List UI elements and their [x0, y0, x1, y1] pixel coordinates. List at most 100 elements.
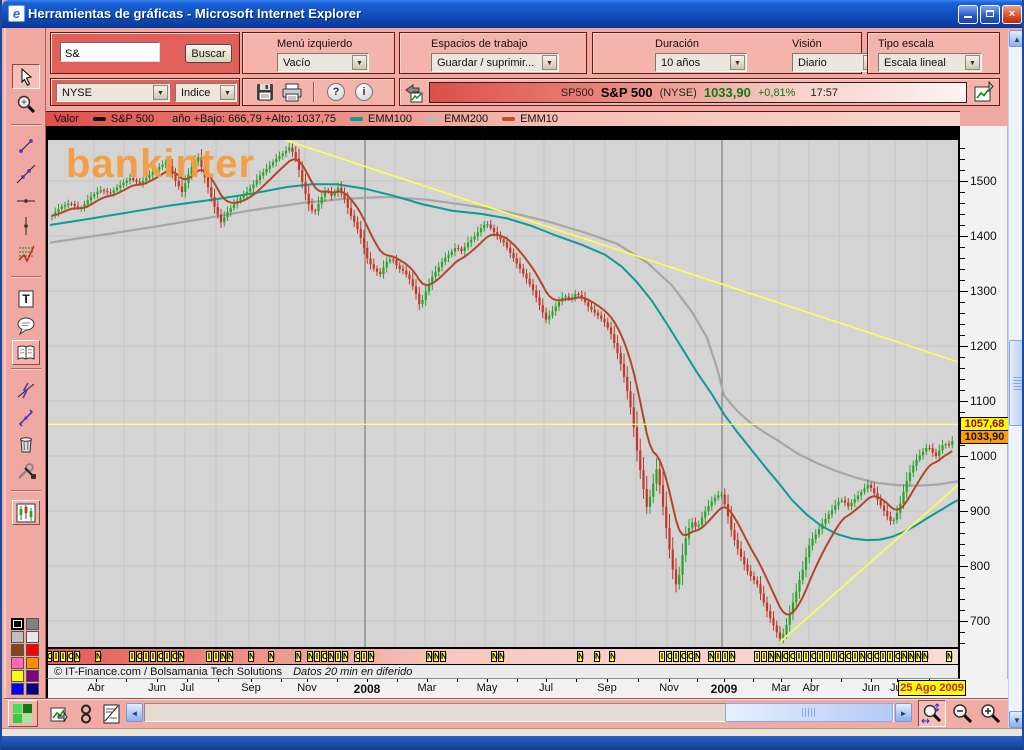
news-marker[interactable]: N: [95, 651, 101, 662]
news-marker[interactable]: N: [577, 651, 583, 662]
v-scrollbar-thumb[interactable]: [1009, 340, 1024, 426]
ticker-bar[interactable]: SP500 S&P 500 (NYSE) 1033,90 +0,81% 17:5…: [429, 82, 967, 103]
news-marker[interactable]: C: [171, 651, 177, 662]
news-marker[interactable]: C: [67, 651, 73, 662]
popout-chart-button[interactable]: [973, 81, 997, 104]
fibonacci-tool[interactable]: [12, 240, 40, 265]
news-marker[interactable]: C: [354, 651, 360, 662]
chart-style-tool[interactable]: [12, 500, 40, 525]
news-marker[interactable]: C: [321, 651, 327, 662]
news-marker[interactable]: N: [295, 651, 301, 662]
scroll-left-button[interactable]: ◄: [126, 703, 143, 722]
news-page-button[interactable]: [102, 703, 122, 725]
news-marker[interactable]: C: [894, 651, 900, 662]
news-marker[interactable]: I: [129, 651, 135, 662]
palette-color[interactable]: [11, 631, 24, 643]
news-marker[interactable]: N: [775, 651, 781, 662]
news-marker[interactable]: N: [498, 651, 504, 662]
candlestick-chart[interactable]: [48, 140, 958, 647]
news-marker[interactable]: I: [715, 651, 721, 662]
news-marker[interactable]: I: [60, 651, 66, 662]
news-marker[interactable]: N: [227, 651, 233, 662]
news-marker[interactable]: C: [680, 651, 686, 662]
trash-tool[interactable]: [12, 431, 40, 456]
news-marker[interactable]: N: [694, 651, 700, 662]
news-marker[interactable]: N: [859, 651, 865, 662]
palette-color[interactable]: [26, 683, 39, 695]
horizontal-line-tool[interactable]: [12, 188, 40, 213]
news-marker[interactable]: I: [831, 651, 837, 662]
news-marker[interactable]: C: [845, 651, 851, 662]
palette-color[interactable]: [11, 618, 24, 630]
settings-tool[interactable]: [12, 458, 40, 483]
scroll-up-button[interactable]: ▲: [1009, 30, 1024, 47]
title-bar[interactable]: e Herramientas de gráficas - Microsoft I…: [2, 0, 1024, 28]
scale-type-select[interactable]: Escala lineal▼: [878, 53, 982, 72]
v-scrollbar[interactable]: ▲ ▼: [1008, 30, 1024, 728]
news-marker[interactable]: I: [852, 651, 858, 662]
news-marker[interactable]: C: [136, 651, 142, 662]
search-button[interactable]: Buscar: [185, 44, 232, 63]
news-marker[interactable]: I: [673, 651, 679, 662]
news-marker[interactable]: N: [328, 651, 334, 662]
back-to-chart-button[interactable]: [403, 82, 425, 104]
palette-color[interactable]: [26, 644, 39, 656]
palette-color[interactable]: [26, 618, 39, 630]
chevron-down-icon[interactable]: ▼: [220, 85, 235, 100]
news-marker[interactable]: I: [796, 651, 802, 662]
news-marker[interactable]: I: [150, 651, 156, 662]
news-marker[interactable]: N: [433, 651, 439, 662]
news-marker[interactable]: C: [666, 651, 672, 662]
news-marker[interactable]: N: [440, 651, 446, 662]
zoom-in-button[interactable]: [978, 702, 1002, 726]
palette-button[interactable]: [8, 700, 38, 727]
news-marker[interactable]: C: [789, 651, 795, 662]
news-marker[interactable]: I: [361, 651, 367, 662]
news-marker[interactable]: I: [887, 651, 893, 662]
close-button[interactable]: ×: [1002, 5, 1022, 24]
chevron-down-icon[interactable]: ▼: [542, 55, 557, 70]
palette-color[interactable]: [11, 657, 24, 669]
news-marker[interactable]: I: [659, 651, 665, 662]
news-marker[interactable]: C: [157, 651, 163, 662]
zoom-tool[interactable]: [12, 91, 40, 116]
news-marker[interactable]: I: [314, 651, 320, 662]
palette-color[interactable]: [11, 644, 24, 656]
news-marker[interactable]: N: [915, 651, 921, 662]
news-marker[interactable]: N: [368, 651, 374, 662]
news-marker[interactable]: I: [164, 651, 170, 662]
news-marker[interactable]: I: [880, 651, 886, 662]
info-button[interactable]: i: [355, 83, 373, 101]
news-marker[interactable]: N: [768, 651, 774, 662]
news-marker[interactable]: I: [754, 651, 760, 662]
link-button[interactable]: [78, 703, 94, 725]
news-marker[interactable]: C: [810, 651, 816, 662]
news-marker[interactable]: N: [178, 651, 184, 662]
search-input[interactable]: [60, 42, 160, 62]
chevron-down-icon[interactable]: ▼: [352, 55, 367, 70]
help-button[interactable]: ?: [327, 83, 345, 101]
news-marker[interactable]: N: [908, 651, 914, 662]
chevron-down-icon[interactable]: ▼: [965, 55, 980, 70]
news-marker[interactable]: I: [206, 651, 212, 662]
scroll-down-button[interactable]: ▼: [1009, 711, 1024, 728]
vertical-line-tool[interactable]: [12, 213, 40, 238]
palette-color[interactable]: [11, 670, 24, 682]
news-marker[interactable]: N: [248, 651, 254, 662]
news-marker[interactable]: N: [729, 651, 735, 662]
news-marker[interactable]: N: [594, 651, 600, 662]
news-marker[interactable]: N: [922, 651, 928, 662]
news-marker[interactable]: N: [307, 651, 313, 662]
comment-tool[interactable]: [12, 313, 40, 338]
news-marker[interactable]: I: [143, 651, 149, 662]
news-marker[interactable]: C: [866, 651, 872, 662]
minimize-button[interactable]: [958, 5, 978, 24]
news-marker[interactable]: I: [722, 651, 728, 662]
delete-line-tool[interactable]: [12, 378, 40, 403]
palette-color[interactable]: [11, 683, 24, 695]
zoom-out-button[interactable]: [950, 702, 974, 726]
news-marker[interactable]: N: [426, 651, 432, 662]
text-tool[interactable]: T: [12, 286, 40, 311]
news-marker[interactable]: N: [342, 651, 348, 662]
news-marker[interactable]: I: [817, 651, 823, 662]
